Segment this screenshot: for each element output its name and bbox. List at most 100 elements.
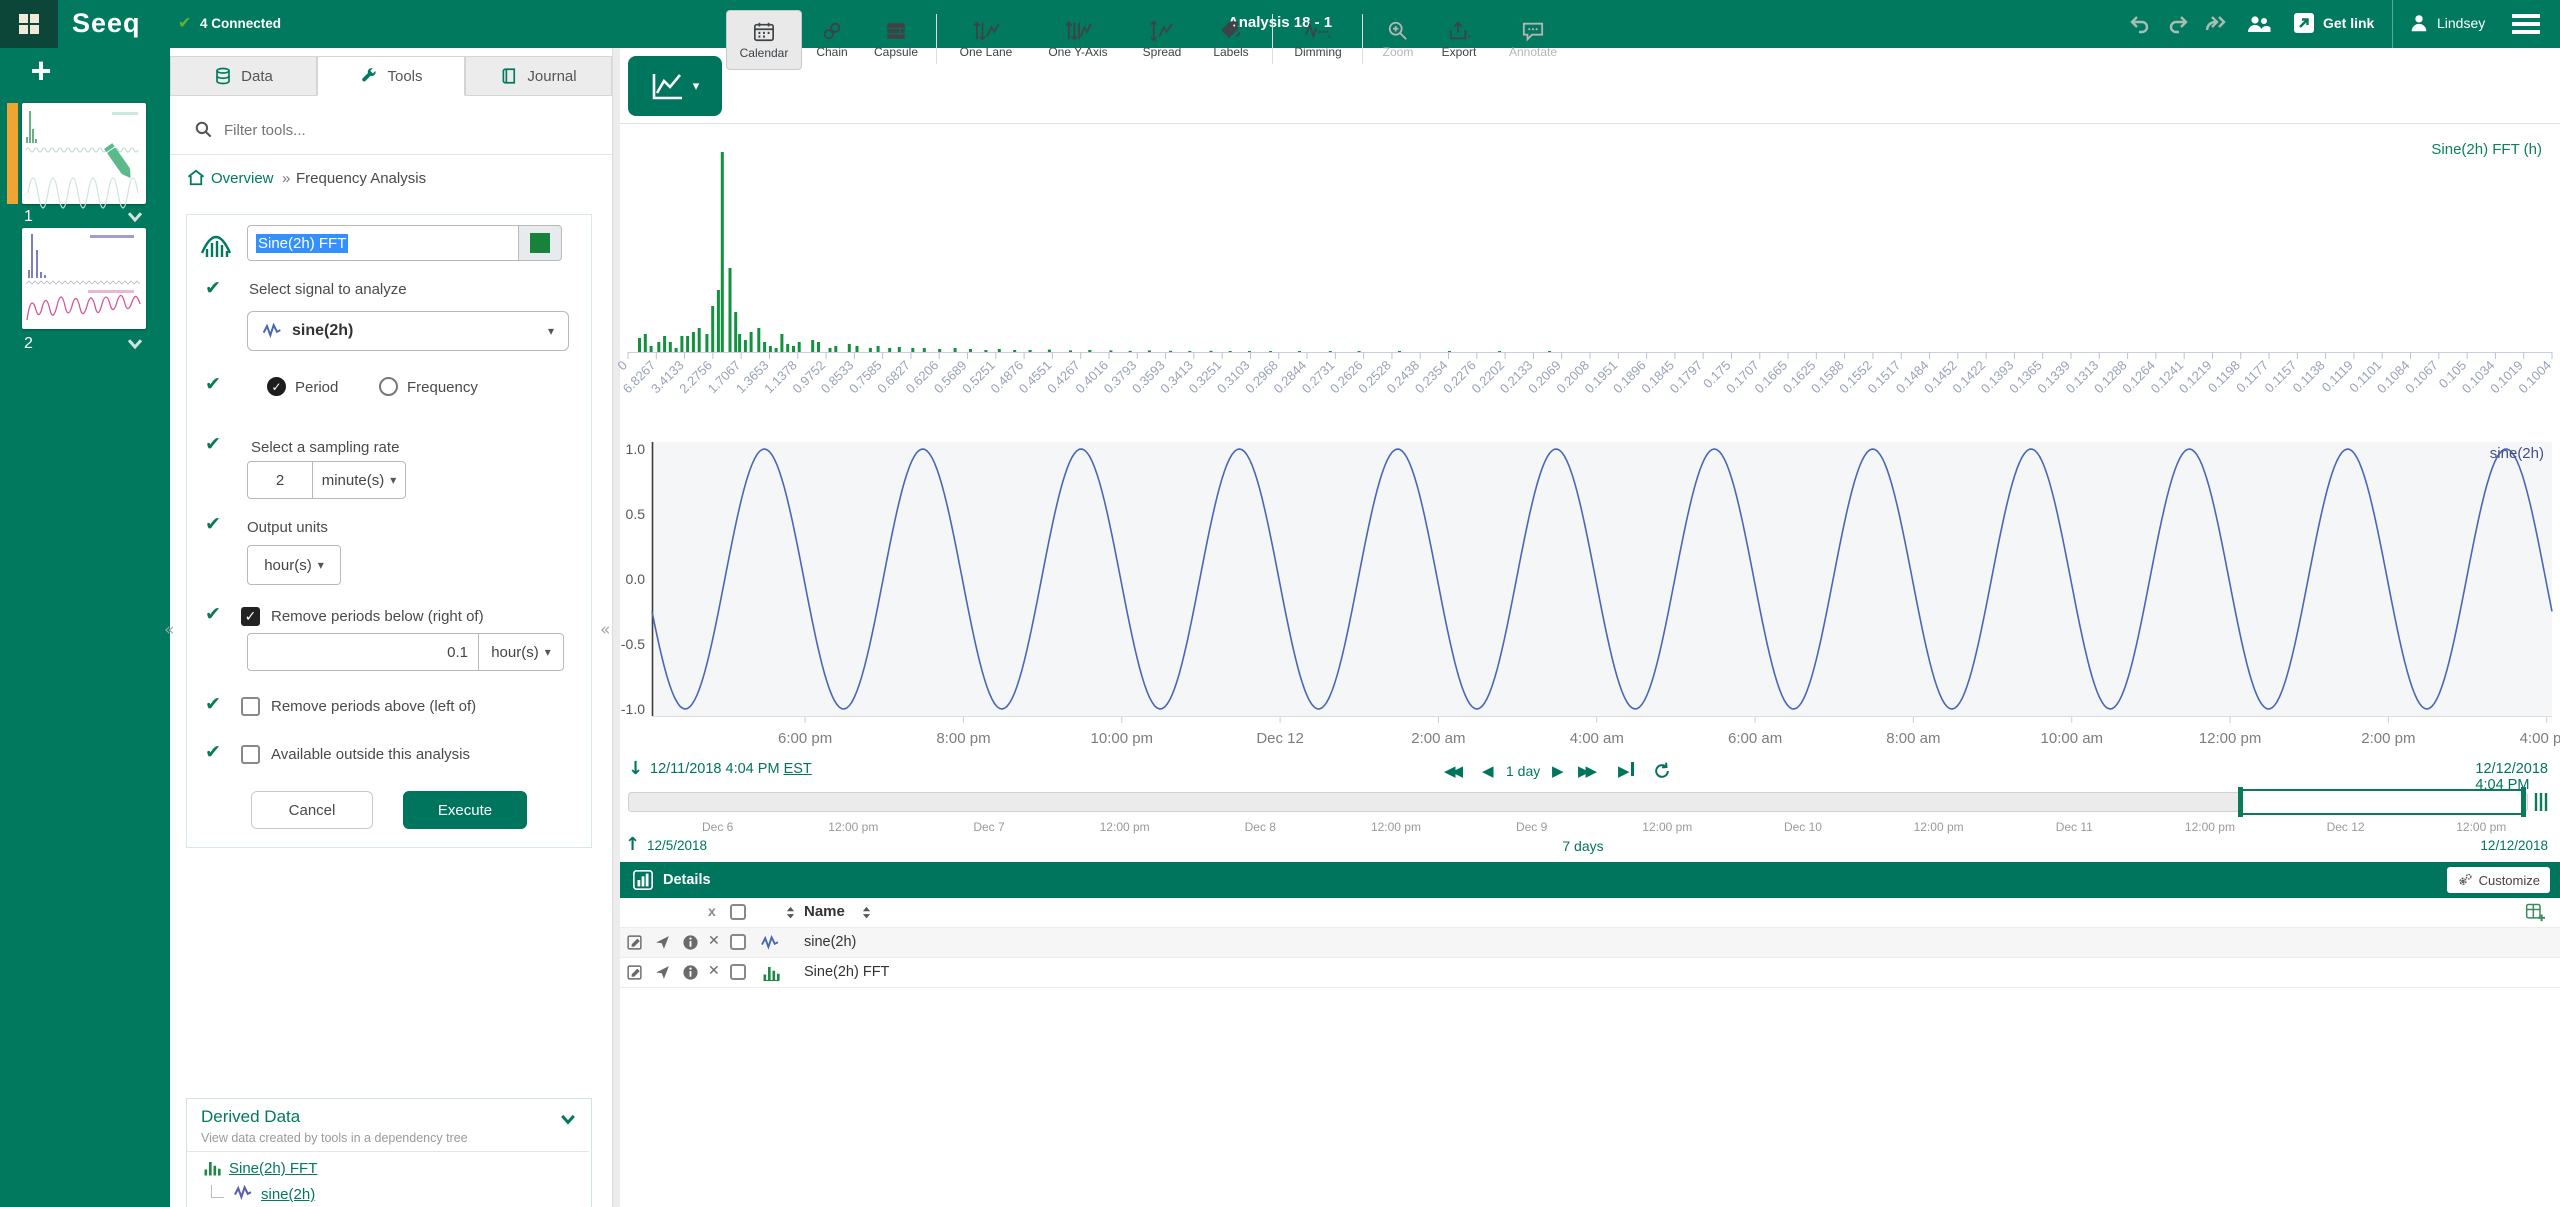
worksheet-2-menu-chevron-icon[interactable] — [126, 337, 144, 351]
step-to-end-button[interactable]: ▶ — [1618, 762, 1634, 780]
derived-collapse-chevron-icon[interactable] — [559, 1113, 577, 1126]
signal-item-icon — [233, 1185, 253, 1201]
row-checkbox[interactable] — [730, 964, 746, 980]
investigate-start-date[interactable]: 12/5/2018 — [647, 838, 707, 853]
send-icon[interactable] — [654, 964, 671, 981]
home-icon[interactable] — [187, 169, 205, 186]
toolbar-labels-button[interactable]: Labels — [1198, 10, 1264, 68]
toolbar-one-y-axis-button[interactable]: One Y-Axis — [1030, 10, 1126, 68]
svg-text:sine(2h): sine(2h) — [2490, 445, 2544, 462]
toolbar-capsule-button[interactable]: Capsule — [864, 10, 928, 68]
tab-tools[interactable]: Tools — [317, 56, 465, 96]
available-outside-checkbox[interactable] — [241, 745, 260, 764]
fast-forward-button[interactable] — [2204, 12, 2230, 36]
radio-frequency-label: Frequency — [407, 379, 478, 396]
color-picker-button[interactable] — [518, 225, 562, 261]
add-worksheet-button[interactable]: + — [24, 56, 58, 90]
redo-button[interactable] — [2166, 12, 2190, 36]
name-column-header[interactable]: Name — [804, 903, 845, 920]
dropdown-caret-icon: ▾ — [545, 645, 551, 659]
edit-icon[interactable] — [626, 934, 643, 951]
step-forward-button[interactable]: ▶ — [1552, 762, 1564, 780]
panel-resize-gutter[interactable] — [612, 48, 620, 1207]
undo-button[interactable] — [2128, 12, 2152, 36]
trend-view-icon — [651, 71, 685, 101]
toolbar-calendar-button[interactable]: Calendar — [726, 10, 802, 70]
add-column-icon[interactable] — [2525, 902, 2545, 922]
breadcrumb-overview[interactable]: Overview — [211, 170, 274, 187]
timeline-selection-right-handle[interactable] — [2521, 787, 2526, 817]
signal-icon — [262, 322, 282, 340]
collapse-worksheet-panel-icon[interactable]: « — [164, 620, 174, 640]
timeline-resize-handle-icon[interactable] — [2532, 789, 2550, 815]
sampling-unit-dropdown[interactable]: minute(s) ▾ — [312, 461, 406, 499]
toolbar-chain-button[interactable]: Chain — [804, 10, 860, 68]
users-button[interactable] — [2246, 12, 2272, 36]
collapse-tool-panel-icon[interactable]: « — [600, 620, 610, 640]
timeline-tick-label: Dec 10 — [1784, 820, 1822, 834]
fft-bar-chart[interactable]: 06.82673.41332.27561.70671.36531.13780.9… — [620, 128, 2560, 440]
sampling-rate-input[interactable]: 2 — [247, 461, 313, 499]
info-icon[interactable] — [682, 934, 699, 951]
remove-item-icon[interactable]: ✕ — [708, 963, 720, 979]
info-icon[interactable] — [682, 964, 699, 981]
toolbar-spread-button[interactable]: Spread — [1130, 10, 1194, 68]
display-range-start[interactable]: 12/11/2018 4:04 PM EST — [650, 761, 812, 777]
derived-item-sine-link[interactable]: sine(2h) — [261, 1186, 315, 1203]
signal-select-dropdown[interactable]: sine(2h) ▾ — [247, 311, 569, 351]
sort-icon[interactable] — [784, 905, 797, 921]
worksheet-thumbnail-1[interactable] — [22, 103, 146, 204]
remove-above-checkbox[interactable] — [241, 697, 260, 716]
svg-text:6:00 am: 6:00 am — [1728, 730, 1782, 747]
row-checkbox[interactable] — [730, 934, 746, 950]
remove-below-unit-value: hour(s) — [491, 644, 539, 661]
range-start-tz[interactable]: EST — [784, 761, 812, 777]
worksheet-1-menu-chevron-icon[interactable] — [126, 210, 144, 224]
filter-tools-input[interactable] — [222, 114, 576, 146]
range-duration[interactable]: 1 day — [1506, 763, 1540, 779]
toolbar-export-button[interactable]: Export — [1428, 10, 1490, 68]
app-grid-button[interactable] — [0, 0, 58, 48]
sort-icon[interactable] — [860, 905, 873, 921]
hamburger-menu-button[interactable] — [2512, 14, 2540, 34]
tab-journal[interactable]: Journal — [465, 56, 612, 96]
svg-text:0.1219: 0.1219 — [2176, 358, 2215, 397]
investigate-end-date[interactable]: 12/12/2018 — [2480, 838, 2548, 853]
item-name[interactable]: sine(2h) — [804, 934, 856, 950]
hamburger-icon — [2512, 14, 2540, 18]
tab-data[interactable]: Data — [170, 56, 317, 96]
send-icon[interactable] — [654, 934, 671, 951]
step-back-many-button[interactable]: ◀◀ — [1444, 762, 1459, 780]
select-all-checkbox[interactable] — [730, 904, 746, 920]
remove-below-input[interactable]: 0.1 — [247, 633, 479, 671]
derived-item-fft-link[interactable]: Sine(2h) FFT — [229, 1160, 317, 1177]
output-unit-dropdown[interactable]: hour(s) ▾ — [247, 545, 341, 585]
cancel-button[interactable]: Cancel — [251, 791, 373, 829]
view-mode-dropdown[interactable]: ▾ — [628, 56, 722, 116]
step-forward-many-button[interactable]: ▶▶ — [1578, 762, 1593, 780]
refresh-button[interactable] — [1652, 761, 1672, 781]
remove-below-unit-dropdown[interactable]: hour(s) ▾ — [478, 633, 564, 671]
toolbar-dimming-button[interactable]: Dimming — [1282, 10, 1354, 68]
user-menu[interactable]: Lindsey — [2408, 12, 2485, 34]
toolbar-one-lane-button[interactable]: One Lane — [946, 10, 1026, 68]
edit-icon[interactable] — [626, 964, 643, 981]
execute-button[interactable]: Execute — [403, 791, 527, 829]
customize-button[interactable]: Customize — [2447, 867, 2550, 893]
radio-frequency[interactable] — [379, 377, 398, 396]
investigate-duration[interactable]: 7 days — [1562, 838, 1603, 854]
details-row-fft[interactable]: ✕ Sine(2h) FFT — [620, 958, 2560, 988]
remove-item-icon[interactable]: ✕ — [708, 933, 720, 949]
worksheet-thumbnail-2[interactable] — [22, 228, 146, 329]
get-link-button[interactable]: Get link — [2292, 11, 2374, 35]
result-name-input[interactable]: Sine(2h) FFT — [247, 225, 519, 261]
undo-icon — [2128, 12, 2152, 36]
timeline-selection[interactable] — [2240, 789, 2524, 815]
radio-period[interactable]: ✓ — [267, 377, 286, 396]
sine-line-chart[interactable]: 1.00.50.0-0.5-1.06:00 pm8:00 pm10:00 pmD… — [620, 440, 2560, 752]
details-row-sine[interactable]: ✕ sine(2h) — [620, 928, 2560, 958]
timeline-selection-left-handle[interactable] — [2238, 787, 2243, 817]
step-back-button[interactable]: ◀ — [1482, 762, 1494, 780]
item-name[interactable]: Sine(2h) FFT — [804, 964, 889, 980]
remove-below-checkbox[interactable]: ✓ — [241, 607, 260, 626]
